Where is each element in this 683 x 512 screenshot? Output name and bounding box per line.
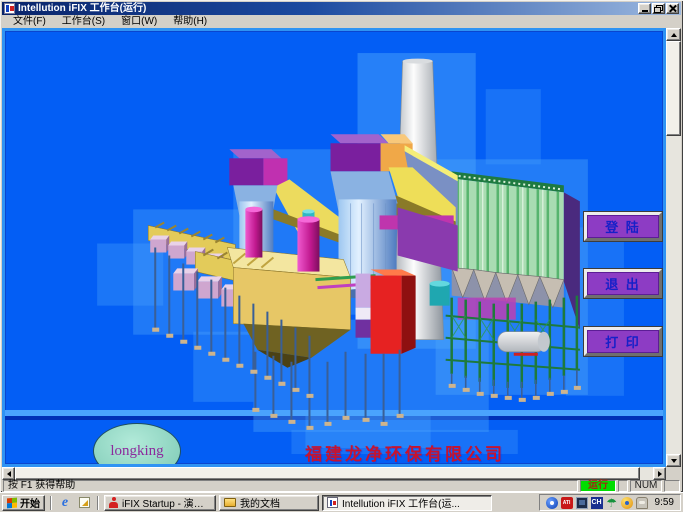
arrow-down-icon	[671, 459, 677, 466]
run-mode-indicator: 运行	[580, 480, 616, 492]
hmi-picture-area: longking 福建龙净环保有限公司 登 陆 退 出 打 印	[2, 28, 666, 467]
tray-blue-icon[interactable]	[546, 497, 558, 509]
menu-help[interactable]: 帮助(H)	[165, 15, 215, 28]
window-controls	[638, 3, 679, 14]
scrollbar-corner	[666, 467, 681, 480]
status-spacer-panel	[618, 480, 628, 492]
menu-window[interactable]: 窗口(W)	[113, 15, 165, 28]
ifix-icon	[327, 497, 338, 508]
print-button[interactable]: 打 印	[584, 327, 662, 356]
num-lock-indicator: NUM	[630, 480, 662, 492]
title-bar[interactable]: Intellution iFIX 工作台(运行)	[2, 2, 681, 15]
restore-button[interactable]	[652, 3, 665, 14]
arrow-right-icon	[658, 471, 665, 477]
close-button[interactable]	[666, 3, 679, 14]
task-ifix-workspace[interactable]: Intellution iFIX 工作台(运...	[322, 495, 492, 511]
taskbar-separator	[97, 496, 99, 510]
scroll-right-button[interactable]	[653, 467, 666, 480]
menu-workspace[interactable]: 工作台(S)	[54, 15, 113, 28]
task-ifix-startup[interactable]: iFIX Startup - 演示方式	[104, 495, 216, 511]
scroll-left-button[interactable]	[2, 467, 15, 480]
minimize-button[interactable]	[638, 3, 651, 14]
system-tray: ATI CH ☂ 9:59	[539, 494, 681, 511]
app-icon	[4, 3, 15, 14]
restore-icon	[654, 5, 663, 13]
plant-3d-rendering	[5, 31, 663, 464]
close-icon	[669, 5, 677, 13]
tray-ati-icon[interactable]: ATI	[561, 497, 573, 509]
horizontal-scroll-thumb[interactable]	[15, 467, 640, 480]
taskbar: 开始 e iFIX Startup - 演示方式 我的文档 Intellutio…	[0, 492, 683, 512]
status-spacer-panel	[664, 480, 680, 492]
scroll-up-button[interactable]	[666, 28, 681, 41]
menu-file[interactable]: 文件(F)	[5, 15, 54, 28]
ifix-startup-icon	[109, 497, 118, 508]
task-my-documents[interactable]: 我的文档	[219, 495, 319, 511]
tray-input-method-indicator[interactable]: CH	[591, 497, 603, 509]
windows-logo-icon	[7, 497, 17, 508]
start-label: 开始	[20, 495, 40, 510]
exit-button[interactable]: 退 出	[584, 269, 662, 298]
vertical-scroll-thumb[interactable]	[666, 41, 681, 136]
arrow-up-icon	[671, 30, 677, 37]
vertical-scrollbar[interactable]	[666, 28, 681, 467]
cyan-tank	[430, 281, 450, 306]
horizontal-scrollbar[interactable]	[2, 467, 666, 480]
internet-explorer-icon[interactable]: e	[57, 495, 73, 511]
start-button[interactable]: 开始	[2, 495, 45, 511]
tray-display-icon[interactable]	[576, 497, 588, 509]
scroll-down-button[interactable]	[666, 454, 681, 467]
folder-icon	[224, 498, 236, 507]
menu-bar: 文件(F) 工作台(S) 窗口(W) 帮助(H)	[2, 15, 681, 28]
window-title: Intellution iFIX 工作台(运行)	[18, 2, 635, 15]
taskbar-clock[interactable]: 9:59	[655, 497, 674, 508]
arrow-left-icon	[4, 471, 11, 477]
status-bar: 按 F1 获得帮助 运行 NUM	[2, 480, 681, 492]
ifix-workspace-window: Intellution iFIX 工作台(运行) 文件(F) 工作台(S) 窗口…	[0, 0, 683, 492]
login-button[interactable]: 登 陆	[584, 212, 662, 241]
logo-text: longking	[110, 443, 163, 460]
tray-antivirus-umbrella-icon[interactable]: ☂	[606, 497, 618, 509]
tray-bird-icon[interactable]	[621, 497, 633, 509]
minimize-icon	[642, 10, 648, 12]
status-help-text: 按 F1 获得帮助	[3, 480, 578, 492]
taskbar-separator	[50, 496, 52, 510]
company-name: 福建龙净环保有限公司	[230, 440, 580, 465]
tray-hand-icon[interactable]	[636, 497, 648, 509]
show-desktop-icon[interactable]	[76, 495, 92, 511]
